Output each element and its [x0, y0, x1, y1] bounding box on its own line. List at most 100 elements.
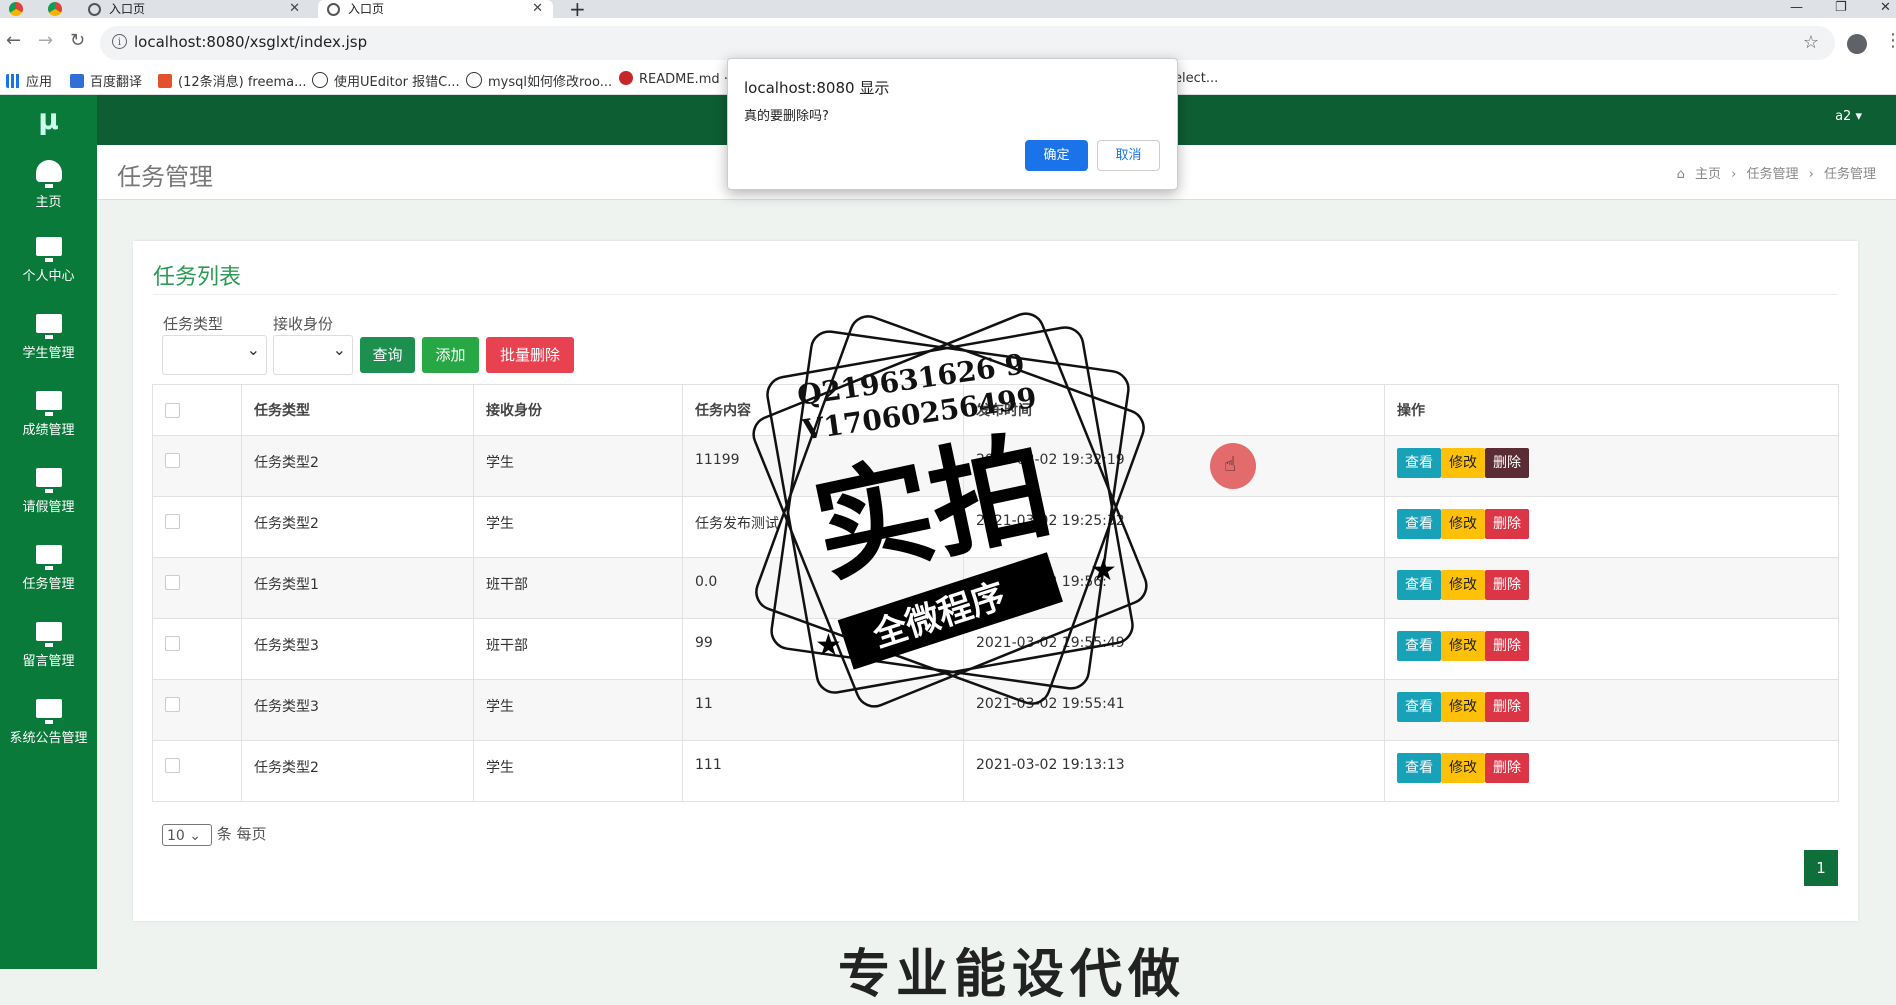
pointer-cursor-icon: [1210, 443, 1256, 489]
actions-cell: 查看 修改 删除: [1384, 618, 1839, 680]
bookmark-label: elect...: [1174, 71, 1219, 86]
task-content-cell: 0.0: [682, 557, 964, 619]
page-size-value: 10: [167, 827, 185, 844]
task-type-cell: 任务类型3: [241, 679, 474, 741]
sidebar-item-grades[interactable]: 成绩管理: [0, 381, 97, 458]
menu-kebab-icon[interactable]: ⋮: [1884, 30, 1896, 51]
delete-button[interactable]: 删除: [1485, 448, 1529, 478]
sidebar-item-students[interactable]: 学生管理: [0, 304, 97, 381]
edit-button[interactable]: 修改: [1441, 509, 1485, 539]
publish-time-cell: 2021-03-02 19:13:13: [963, 740, 1385, 802]
recv-role-select[interactable]: [273, 335, 353, 375]
batch-delete-button[interactable]: 批量删除: [486, 337, 574, 373]
sidebar-item-messages[interactable]: 留言管理: [0, 612, 97, 689]
query-button[interactable]: 查询: [360, 337, 415, 373]
bookmark-item[interactable]: README.md ·: [619, 71, 728, 87]
column-header: 任务内容: [682, 384, 964, 436]
row-select-cell: [152, 679, 242, 741]
sidebar-item-tasks[interactable]: 任务管理: [0, 535, 97, 612]
page-icon: [312, 72, 328, 88]
edit-button[interactable]: 修改: [1441, 631, 1485, 661]
row-checkbox[interactable]: [165, 635, 180, 651]
view-button[interactable]: 查看: [1397, 692, 1441, 722]
reload-icon[interactable]: ↻: [70, 30, 85, 51]
profile-avatar-icon[interactable]: [1847, 34, 1867, 54]
monitor-icon: [35, 391, 62, 416]
breadcrumb-item[interactable]: 任务管理: [1746, 167, 1798, 182]
bookmark-label: mysql如何修改roo...: [488, 75, 613, 90]
forward-icon[interactable]: →: [38, 30, 53, 51]
edit-button[interactable]: 修改: [1441, 753, 1485, 783]
bookmark-item[interactable]: elect...: [1174, 71, 1218, 86]
row-checkbox[interactable]: [165, 757, 180, 773]
sidebar-item-announcements[interactable]: 系统公告管理: [0, 689, 97, 766]
row-checkbox[interactable]: [165, 696, 180, 712]
tab-title: 入口页: [348, 2, 385, 16]
url-field[interactable]: i localhost:8080/xsglxt/index.jsp ☆: [100, 26, 1835, 60]
view-button[interactable]: 查看: [1397, 753, 1441, 783]
bookmark-star-icon[interactable]: ☆: [1803, 32, 1819, 53]
browser-tab[interactable]: 入口页 ✕: [80, 0, 310, 18]
sidebar-item-home[interactable]: 主页: [0, 150, 97, 227]
row-checkbox[interactable]: [165, 574, 180, 590]
view-button[interactable]: 查看: [1397, 631, 1441, 661]
baidu-translate-icon: [70, 74, 84, 88]
restore-icon[interactable]: ❐: [1835, 0, 1847, 15]
browser-tab-active[interactable]: 入口页 ✕: [318, 0, 553, 18]
pagination-page[interactable]: 1: [1804, 850, 1838, 886]
row-checkbox[interactable]: [165, 452, 180, 468]
page-size-select[interactable]: 10 ⌄: [162, 823, 212, 846]
minimize-icon[interactable]: —: [1790, 0, 1803, 15]
bookmark-item[interactable]: 百度翻译: [70, 71, 142, 90]
view-button[interactable]: 查看: [1397, 570, 1441, 600]
close-tab-icon[interactable]: ✕: [532, 0, 543, 18]
add-button[interactable]: 添加: [422, 337, 479, 373]
bookmark-item[interactable]: mysql如何修改roo...: [466, 71, 612, 90]
bookmark-apps[interactable]: 应用: [6, 71, 52, 90]
sidebar-item-label: 任务管理: [22, 577, 75, 592]
publish-time-cell: 2021-03-02 19:56:: [963, 557, 1385, 619]
info-icon[interactable]: i: [112, 34, 127, 49]
sidebar-item-profile[interactable]: 个人中心: [0, 227, 97, 304]
confirm-cancel-button[interactable]: 取消: [1097, 140, 1160, 171]
sidebar-item-leave[interactable]: 请假管理: [0, 458, 97, 535]
select-all-checkbox[interactable]: [165, 402, 180, 418]
table-row: 任务类型2 学生 任务发布测试 2021-03-02 19:25:32 查看 修改…: [152, 496, 1839, 558]
row-checkbox[interactable]: [165, 513, 180, 529]
task-type-cell: 任务类型2: [241, 435, 474, 497]
close-tab-icon[interactable]: ✕: [289, 0, 300, 18]
edit-button[interactable]: 修改: [1441, 448, 1485, 478]
user-menu[interactable]: a2 ▾: [1835, 109, 1862, 124]
delete-button[interactable]: 删除: [1485, 509, 1529, 539]
table-row: 任务类型1 班干部 0.0 2021-03-02 19:56: 查看 修改 删除: [152, 557, 1839, 619]
delete-button[interactable]: 删除: [1485, 692, 1529, 722]
edit-button[interactable]: 修改: [1441, 570, 1485, 600]
view-button[interactable]: 查看: [1397, 509, 1441, 539]
table-row: 任务类型2 学生 11199 2021-03-02 19:32:19 查看 修改删…: [152, 435, 1839, 497]
sidebar-item-label: 请假管理: [22, 500, 75, 515]
close-window-icon[interactable]: ✕: [1880, 0, 1891, 15]
back-icon[interactable]: ←: [6, 30, 21, 51]
delete-button[interactable]: 删除: [1485, 753, 1529, 783]
bookmark-item[interactable]: 使用UEditor 报错C...: [312, 71, 460, 90]
url-text[interactable]: localhost:8080/xsglxt/index.jsp: [134, 33, 367, 51]
monitor-icon: [35, 699, 62, 724]
confirm-ok-button[interactable]: 确定: [1025, 140, 1088, 171]
bookmark-item[interactable]: (12条消息) freema...: [158, 71, 306, 90]
chrome-app-icon[interactable]: [48, 2, 62, 16]
chrome-app-icon[interactable]: [9, 2, 23, 16]
delete-button[interactable]: 删除: [1485, 631, 1529, 661]
bookmark-label: 使用UEditor 报错C...: [334, 75, 460, 90]
publish-time-cell: 2021-03-02 19:32:19: [963, 435, 1385, 497]
bookmark-label: README.md ·: [639, 72, 728, 87]
delete-button[interactable]: 删除: [1485, 570, 1529, 600]
app-logo[interactable]: μ: [0, 95, 97, 145]
task-type-select[interactable]: [162, 335, 267, 375]
view-button[interactable]: 查看: [1397, 448, 1441, 478]
task-type-cell: 任务类型2: [241, 496, 474, 558]
breadcrumb-home[interactable]: 主页: [1695, 167, 1721, 182]
divider: [153, 294, 1838, 295]
csdn-icon: [158, 74, 172, 88]
edit-button[interactable]: 修改: [1441, 692, 1485, 722]
monitor-icon: [35, 237, 62, 262]
